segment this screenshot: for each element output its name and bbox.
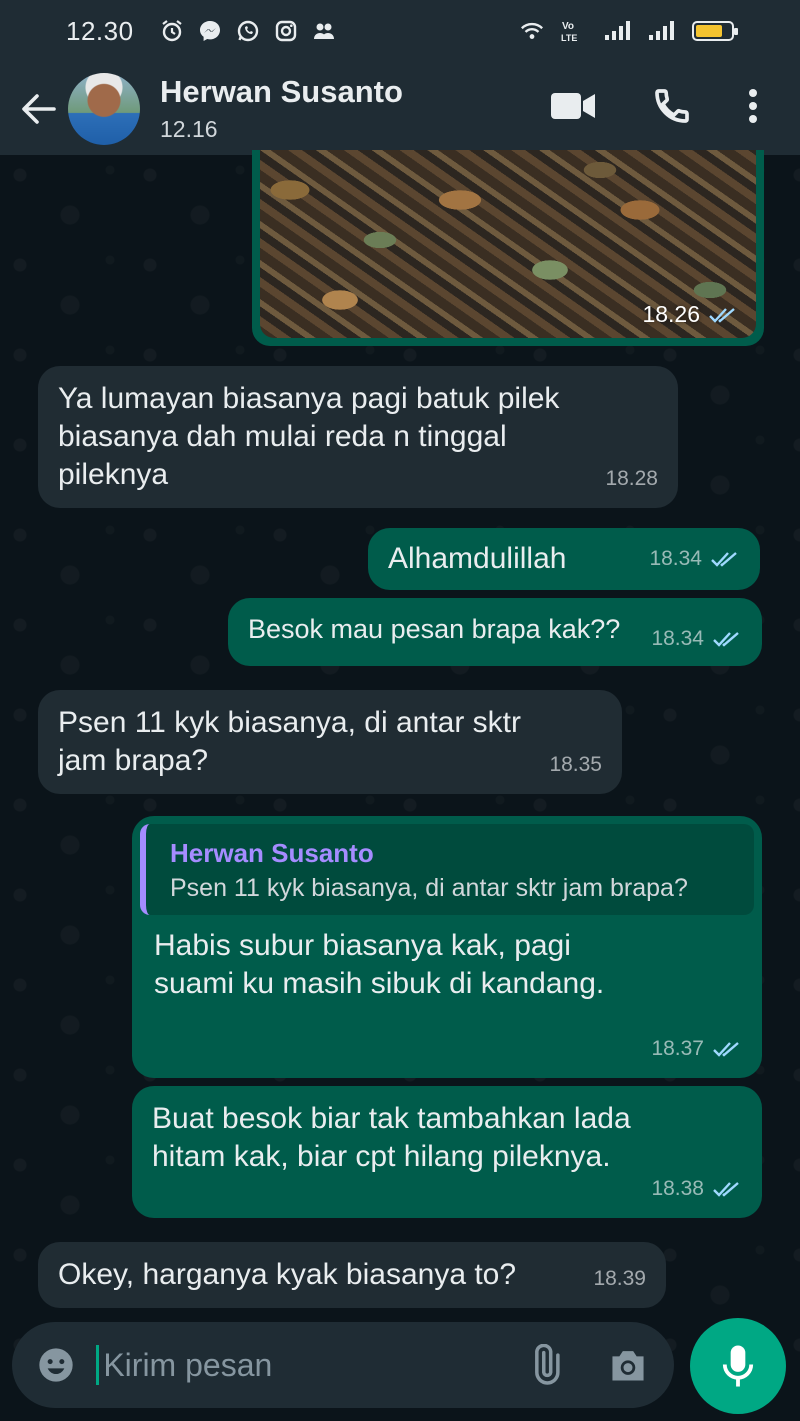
more-options-icon	[749, 89, 757, 123]
quoted-text: Psen 11 kyk biasanya, di antar sktr jam …	[170, 874, 688, 902]
more-options-button[interactable]	[748, 88, 758, 129]
attach-button[interactable]	[523, 1340, 567, 1390]
message-time: 18.34	[651, 620, 742, 658]
outgoing-message[interactable]: Alhamdulillah 18.34	[368, 528, 760, 590]
outgoing-message[interactable]: Buat besok biar tak tambahkan lada hitam…	[132, 1086, 762, 1218]
message-text: Habis subur biasanya kak, pagi suami ku …	[154, 929, 605, 1000]
voice-call-button[interactable]	[652, 86, 692, 131]
wifi-icon	[520, 19, 544, 43]
message-composer	[12, 1322, 674, 1408]
whatsapp-icon	[236, 19, 260, 43]
messenger-icon	[198, 19, 222, 43]
quoted-author: Herwan Susanto	[170, 838, 374, 868]
status-bar: 12.30 Vo LTE	[0, 0, 800, 62]
read-receipt-icon	[713, 1042, 739, 1057]
message-time: 18.34	[649, 540, 740, 578]
message-text: Ya lumayan biasanya pagi batuk pilek bia…	[58, 382, 560, 491]
message-body: Habis subur biasanya kak, pagi suami ku …	[140, 927, 754, 1003]
contact-last-seen: 12.16	[160, 116, 218, 142]
back-arrow-icon	[22, 93, 56, 124]
svg-text:LTE: LTE	[561, 33, 577, 43]
back-button[interactable]	[8, 79, 68, 139]
battery-level	[696, 25, 722, 37]
alarm-icon	[160, 19, 184, 43]
contact-info[interactable]: Herwan Susanto 12.16	[160, 74, 403, 143]
message-time: 18.37	[651, 1030, 742, 1068]
image-message[interactable]: 18.26	[252, 150, 764, 346]
incoming-message[interactable]: Ya lumayan biasanya pagi batuk pilek bia…	[38, 366, 678, 508]
quoted-message[interactable]: Herwan Susanto Psen 11 kyk biasanya, di …	[140, 824, 754, 915]
emoji-icon	[39, 1348, 73, 1382]
video-call-icon	[551, 93, 595, 119]
system-icons: Vo LTE	[520, 19, 738, 43]
status-time: 12.30	[66, 15, 134, 46]
message-text: Alhamdulillah	[388, 542, 567, 575]
battery-icon	[692, 21, 738, 41]
read-receipt-icon	[713, 632, 739, 647]
message-photo[interactable]: 18.26	[260, 150, 756, 338]
group-icon	[312, 19, 336, 43]
contact-avatar[interactable]	[68, 72, 140, 145]
chat-header: Herwan Susanto 12.16	[0, 62, 800, 155]
incoming-message[interactable]: Okey, harganya kyak biasanya to? 18.39	[38, 1242, 666, 1308]
notification-icons	[160, 19, 336, 43]
camera-icon	[612, 1351, 644, 1381]
message-text: Buat besok biar tak tambahkan lada hitam…	[152, 1102, 631, 1173]
signal-strength-icon-2	[648, 19, 676, 43]
signal-strength-icon	[604, 19, 632, 43]
incoming-message[interactable]: Psen 11 kyk biasanya, di antar sktr jam …	[38, 690, 622, 794]
read-receipt-icon	[713, 1182, 739, 1197]
message-time: 18.35	[549, 753, 602, 776]
read-receipt-icon	[711, 552, 737, 567]
outgoing-message-with-reply[interactable]: Herwan Susanto Psen 11 kyk biasanya, di …	[132, 816, 762, 1078]
camera-button[interactable]	[606, 1340, 650, 1390]
voice-call-icon	[655, 89, 689, 123]
message-text: Okey, harganya kyak biasanya to?	[58, 1258, 517, 1291]
message-text: Psen 11 kyk biasanya, di antar sktr jam …	[58, 706, 522, 777]
contact-name: Herwan Susanto	[160, 74, 403, 109]
message-text: Besok mau pesan brapa kak??	[248, 614, 621, 644]
read-receipt-icon	[709, 307, 735, 323]
volte-icon: Vo LTE	[560, 19, 588, 43]
video-call-button[interactable]	[550, 91, 596, 126]
instagram-icon	[274, 19, 298, 43]
message-time: 18.38	[651, 1170, 742, 1208]
outgoing-message[interactable]: Besok mau pesan brapa kak?? 18.34	[228, 598, 762, 666]
message-time: 18.26	[642, 301, 738, 328]
svg-text:Vo: Vo	[562, 21, 574, 32]
paperclip-icon	[535, 1344, 561, 1385]
message-time: 18.28	[605, 467, 658, 490]
message-input[interactable]	[96, 1345, 524, 1385]
header-actions	[550, 86, 758, 131]
microphone-icon	[722, 1345, 754, 1387]
voice-message-button[interactable]	[690, 1318, 786, 1414]
message-time: 18.39	[593, 1267, 646, 1290]
emoji-button[interactable]	[34, 1340, 78, 1390]
